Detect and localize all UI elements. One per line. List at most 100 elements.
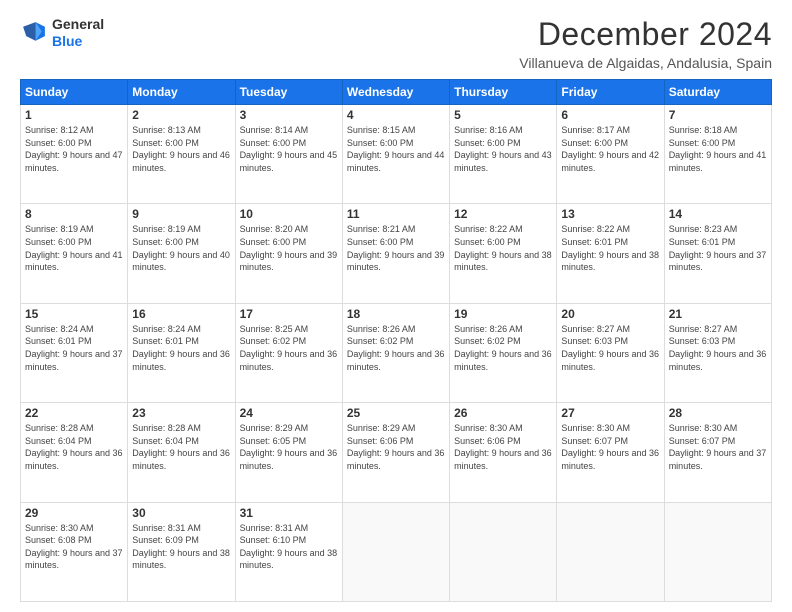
cell-info: Sunrise: 8:15 AMSunset: 6:00 PMDaylight:… [347,125,445,173]
day-number: 9 [132,207,230,221]
calendar-week-5: 29Sunrise: 8:30 AMSunset: 6:08 PMDayligh… [21,502,772,601]
calendar-cell: 19Sunrise: 8:26 AMSunset: 6:02 PMDayligh… [450,303,557,402]
header-wednesday: Wednesday [342,80,449,105]
logo-blue: Blue [52,33,104,50]
logo-general: General [52,16,104,33]
day-number: 23 [132,406,230,420]
day-number: 3 [240,108,338,122]
calendar-cell: 14 Sunrise: 8:23 AMSunset: 6:01 PMDayligh… [664,204,771,303]
calendar-cell: 26 Sunrise: 8:30 AMSunset: 6:06 PMDayligh… [450,403,557,502]
page: General Blue December 2024 Villanueva de… [0,0,792,612]
day-number: 18 [347,307,445,321]
cell-info: Sunrise: 8:13 AMSunset: 6:00 PMDaylight:… [132,125,230,173]
calendar-cell: 2 Sunrise: 8:13 AMSunset: 6:00 PMDaylight… [128,105,235,204]
calendar-cell: 27 Sunrise: 8:30 AMSunset: 6:07 PMDayligh… [557,403,664,502]
title-block: December 2024 Villanueva de Algaidas, An… [519,16,772,71]
day-number: 26 [454,406,552,420]
calendar-cell: 23 Sunrise: 8:28 AMSunset: 6:04 PMDayligh… [128,403,235,502]
calendar-cell: 28 Sunrise: 8:30 AMSunset: 6:07 PMDayligh… [664,403,771,502]
calendar-cell: 11 Sunrise: 8:21 AMSunset: 6:00 PMDayligh… [342,204,449,303]
logo-icon [20,19,48,47]
calendar-cell: 7 Sunrise: 8:18 AMSunset: 6:00 PMDaylight… [664,105,771,204]
calendar-cell [450,502,557,601]
cell-info: Sunrise: 8:25 AMSunset: 6:02 PMDaylight:… [240,324,338,372]
day-number: 8 [25,207,123,221]
day-number: 27 [561,406,659,420]
day-number: 25 [347,406,445,420]
cell-info: Sunrise: 8:19 AMSunset: 6:00 PMDaylight:… [132,224,230,272]
day-number: 7 [669,108,767,122]
header-thursday: Thursday [450,80,557,105]
calendar-cell [342,502,449,601]
day-number: 6 [561,108,659,122]
calendar-table: SundayMondayTuesdayWednesdayThursdayFrid… [20,79,772,602]
cell-info: Sunrise: 8:22 AMSunset: 6:01 PMDaylight:… [561,224,659,272]
calendar-cell: 24 Sunrise: 8:29 AMSunset: 6:05 PMDayligh… [235,403,342,502]
cell-info: Sunrise: 8:27 AMSunset: 6:03 PMDaylight:… [669,324,767,372]
day-number: 31 [240,506,338,520]
cell-info: Sunrise: 8:24 AMSunset: 6:01 PMDaylight:… [132,324,230,372]
logo: General Blue [20,16,104,50]
calendar-cell: 5 Sunrise: 8:16 AMSunset: 6:00 PMDaylight… [450,105,557,204]
day-number: 20 [561,307,659,321]
calendar-cell: 20 Sunrise: 8:27 AMSunset: 6:03 PMDayligh… [557,303,664,402]
cell-info: Sunrise: 8:30 AMSunset: 6:07 PMDaylight:… [561,423,659,471]
day-number: 17 [240,307,338,321]
calendar-cell: 25Sunrise: 8:29 AMSunset: 6:06 PMDayligh… [342,403,449,502]
cell-info: Sunrise: 8:31 AMSunset: 6:10 PMDaylight:… [240,523,338,571]
day-number: 14 [669,207,767,221]
day-number: 12 [454,207,552,221]
logo-text: General Blue [52,16,104,50]
day-number: 29 [25,506,123,520]
day-number: 30 [132,506,230,520]
month-title: December 2024 [519,16,772,53]
calendar-cell: 12 Sunrise: 8:22 AMSunset: 6:00 PMDayligh… [450,204,557,303]
day-number: 28 [669,406,767,420]
day-number: 21 [669,307,767,321]
cell-info: Sunrise: 8:14 AMSunset: 6:00 PMDaylight:… [240,125,338,173]
cell-info: Sunrise: 8:26 AMSunset: 6:02 PMDaylight:… [454,324,552,372]
calendar-week-3: 15 Sunrise: 8:24 AMSunset: 6:01 PMDayligh… [21,303,772,402]
cell-info: Sunrise: 8:22 AMSunset: 6:00 PMDaylight:… [454,224,552,272]
calendar-cell: 6Sunrise: 8:17 AMSunset: 6:00 PMDaylight… [557,105,664,204]
calendar-header-row: SundayMondayTuesdayWednesdayThursdayFrid… [21,80,772,105]
calendar-cell: 4Sunrise: 8:15 AMSunset: 6:00 PMDaylight… [342,105,449,204]
cell-info: Sunrise: 8:31 AMSunset: 6:09 PMDaylight:… [132,523,230,571]
calendar-week-4: 22 Sunrise: 8:28 AMSunset: 6:04 PMDayligh… [21,403,772,502]
calendar-cell [664,502,771,601]
cell-info: Sunrise: 8:20 AMSunset: 6:00 PMDaylight:… [240,224,338,272]
cell-info: Sunrise: 8:23 AMSunset: 6:01 PMDaylight:… [669,224,767,272]
cell-info: Sunrise: 8:26 AMSunset: 6:02 PMDaylight:… [347,324,445,372]
location-title: Villanueva de Algaidas, Andalusia, Spain [519,55,772,71]
day-number: 24 [240,406,338,420]
calendar-cell: 17 Sunrise: 8:25 AMSunset: 6:02 PMDayligh… [235,303,342,402]
cell-info: Sunrise: 8:18 AMSunset: 6:00 PMDaylight:… [669,125,767,173]
day-number: 13 [561,207,659,221]
calendar-cell: 10Sunrise: 8:20 AMSunset: 6:00 PMDayligh… [235,204,342,303]
day-number: 22 [25,406,123,420]
day-number: 2 [132,108,230,122]
day-number: 15 [25,307,123,321]
calendar-week-1: 1Sunrise: 8:12 AMSunset: 6:00 PMDaylight… [21,105,772,204]
cell-info: Sunrise: 8:28 AMSunset: 6:04 PMDaylight:… [132,423,230,471]
calendar-cell: 3 Sunrise: 8:14 AMSunset: 6:00 PMDaylight… [235,105,342,204]
cell-info: Sunrise: 8:29 AMSunset: 6:05 PMDaylight:… [240,423,338,471]
calendar-cell: 8Sunrise: 8:19 AMSunset: 6:00 PMDaylight… [21,204,128,303]
calendar-cell: 16 Sunrise: 8:24 AMSunset: 6:01 PMDayligh… [128,303,235,402]
day-number: 5 [454,108,552,122]
header-tuesday: Tuesday [235,80,342,105]
day-number: 11 [347,207,445,221]
cell-info: Sunrise: 8:16 AMSunset: 6:00 PMDaylight:… [454,125,552,173]
header: General Blue December 2024 Villanueva de… [20,16,772,71]
cell-info: Sunrise: 8:27 AMSunset: 6:03 PMDaylight:… [561,324,659,372]
calendar-cell: 13 Sunrise: 8:22 AMSunset: 6:01 PMDayligh… [557,204,664,303]
calendar-cell: 21 Sunrise: 8:27 AMSunset: 6:03 PMDayligh… [664,303,771,402]
cell-info: Sunrise: 8:21 AMSunset: 6:00 PMDaylight:… [347,224,445,272]
day-number: 16 [132,307,230,321]
cell-info: Sunrise: 8:30 AMSunset: 6:06 PMDaylight:… [454,423,552,471]
header-friday: Friday [557,80,664,105]
calendar-cell: 15Sunrise: 8:24 AMSunset: 6:01 PMDayligh… [21,303,128,402]
cell-info: Sunrise: 8:30 AMSunset: 6:07 PMDaylight:… [669,423,767,471]
calendar-cell [557,502,664,601]
cell-info: Sunrise: 8:12 AMSunset: 6:00 PMDaylight:… [25,125,123,173]
